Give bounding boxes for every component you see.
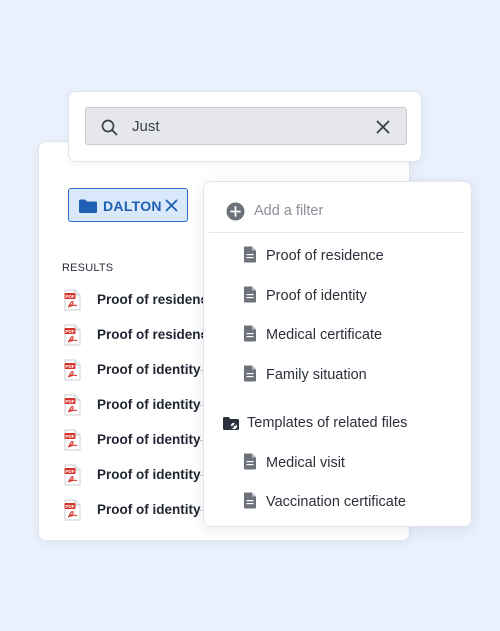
result-item-label: Proof of identity [97, 432, 201, 447]
document-icon [244, 492, 256, 509]
svg-text:PDF: PDF [65, 434, 74, 439]
svg-text:PDF: PDF [65, 399, 74, 404]
svg-text:PDF: PDF [65, 294, 74, 299]
filter-option-label: Medical certificate [266, 327, 383, 343]
search-input[interactable]: Just [85, 107, 407, 145]
section-label: Templates of related files [247, 415, 408, 431]
result-item[interactable]: PDF Proof of identity [64, 359, 204, 383]
linked-folder-icon [223, 417, 239, 430]
search-query[interactable]: Just [132, 118, 160, 135]
result-item-label: Proof of identity [97, 397, 201, 412]
document-icon [244, 325, 256, 342]
folder-icon [79, 199, 97, 213]
clear-search-icon[interactable] [376, 120, 390, 134]
add-filter-label: Add a filter [254, 203, 324, 219]
result-item-label: Proof of identity [97, 362, 201, 377]
chip-label: DALTON [103, 198, 162, 214]
result-item-label: Proof of identity [97, 467, 201, 482]
results-heading: RESULTS [62, 262, 114, 274]
template-option-label: Vaccination certificate [266, 494, 406, 510]
result-item-label: Proof of residence [97, 327, 204, 342]
result-item-label: Proof of residence [97, 292, 204, 307]
svg-text:PDF: PDF [65, 329, 74, 334]
pdf-icon: PDF [64, 289, 81, 311]
divider [209, 232, 464, 233]
filter-option-label: Proof of identity [266, 288, 367, 304]
pdf-icon: PDF [64, 464, 81, 486]
folder-filter-chip[interactable]: DALTON [68, 188, 188, 222]
result-item[interactable]: PDF Proof of identity [64, 499, 204, 523]
document-icon [244, 453, 256, 470]
document-icon [244, 365, 256, 382]
template-option-label: Medical visit [266, 455, 345, 471]
svg-text:PDF: PDF [65, 364, 74, 369]
remove-chip-icon[interactable] [165, 199, 178, 212]
result-item-label: Proof of identity [97, 502, 201, 517]
filter-option-label: Family situation [266, 367, 367, 383]
filter-option-label: Proof of residence [266, 248, 384, 264]
result-item[interactable]: PDF Proof of identity [64, 464, 204, 488]
search-panel: Just [68, 91, 422, 162]
add-circle-icon [226, 202, 245, 221]
result-item[interactable]: PDF Proof of residence [64, 289, 204, 313]
result-item[interactable]: PDF Proof of identity [64, 394, 204, 418]
result-item[interactable]: PDF Proof of identity [64, 429, 204, 453]
search-icon [101, 119, 118, 136]
pdf-icon: PDF [64, 499, 81, 521]
pdf-icon: PDF [64, 394, 81, 416]
filter-dropdown: Add a filter Proof of residence Proof of … [203, 181, 472, 527]
document-icon [244, 246, 256, 263]
pdf-icon: PDF [64, 324, 81, 346]
pdf-icon: PDF [64, 429, 81, 451]
svg-text:PDF: PDF [65, 504, 74, 509]
document-icon [244, 286, 256, 303]
result-item[interactable]: PDF Proof of residence [64, 324, 204, 348]
svg-text:PDF: PDF [65, 469, 74, 474]
pdf-icon: PDF [64, 359, 81, 381]
